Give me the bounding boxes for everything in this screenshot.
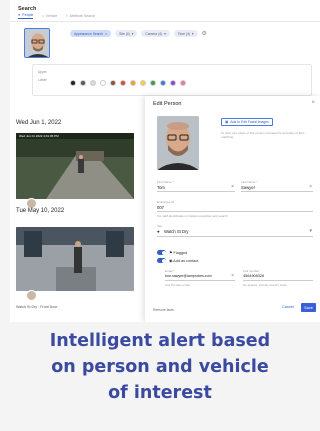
event-snapshot[interactable]: Wed Jun 01 2022 4:01:05 PM — [16, 133, 134, 199]
color-swatch[interactable] — [140, 80, 146, 86]
color-swatch[interactable] — [150, 80, 156, 86]
tab-attribute-search[interactable]: ▪ Attribute Search — [66, 13, 95, 19]
chip-time[interactable]: Time (4) ▾ — [173, 30, 198, 37]
person-photo[interactable] — [157, 116, 199, 170]
color-swatch[interactable] — [90, 80, 96, 86]
chevron-down-icon: ▾ — [164, 31, 166, 36]
flagged-label: ⚑ Flagged — [169, 251, 188, 255]
employee-id-field[interactable]: Employee ID 007 — [157, 200, 313, 212]
search-face-thumbnail[interactable] — [24, 28, 50, 58]
event-caption: Watch St Dry · Front Door — [16, 305, 58, 309]
chevron-down-icon: ▾ — [131, 31, 134, 36]
chip-site[interactable]: Site (4) ▾ — [115, 30, 138, 37]
email-help: Use Primary email — [165, 283, 190, 287]
avatar — [26, 290, 37, 301]
caption-line: on person and vehicle — [51, 357, 269, 377]
timestamp-overlay: Wed Jun 01 2022 4:01:05 PM — [19, 134, 59, 138]
attribute-filters: Upper Lower — [38, 68, 47, 84]
color-swatch[interactable] — [100, 80, 106, 86]
add-images-help: To help your photo of this person increa… — [221, 131, 305, 139]
event-date: Wed Jun 1, 2022 — [16, 120, 62, 126]
color-swatch[interactable] — [80, 80, 86, 86]
clear-icon[interactable]: × — [309, 184, 312, 190]
first-name-field[interactable]: First Name * Tom × — [157, 180, 235, 192]
last-name-field[interactable]: Last Name * Sawyer × — [241, 180, 313, 192]
color-swatch[interactable] — [170, 80, 176, 86]
caption-line: Intelligent alert based — [49, 331, 271, 351]
event-date: Tue May 10, 2022 — [16, 208, 65, 214]
dialog-title: Edit Person — [153, 101, 182, 107]
color-swatches — [70, 80, 186, 86]
phone-field[interactable]: Cell number 4564908326 — [243, 269, 313, 281]
site-select[interactable]: Site Watch St Dry ● ▾ — [157, 224, 313, 237]
color-swatch[interactable] — [130, 80, 136, 86]
remove-link[interactable]: Remove facts — [153, 308, 174, 312]
email-field[interactable]: Email * tom.sawyer@lamprobes.com × — [165, 269, 235, 281]
chip-camera[interactable]: Camera (4) ▾ — [141, 30, 170, 37]
close-icon[interactable]: × — [105, 32, 107, 36]
color-swatch[interactable] — [160, 80, 166, 86]
promo-caption: Intelligent alert based on person and ve… — [0, 328, 320, 406]
color-swatch[interactable] — [110, 80, 116, 86]
person-icon: ● — [18, 13, 21, 17]
tab-people[interactable]: ● People — [18, 13, 34, 19]
chevron-down-icon: ▾ — [191, 31, 194, 36]
edit-person-dialog: Edit Person × ▣ Add to Edit Facial Image… — [145, 96, 320, 322]
filter-chips: Appearance Search × Site (4) ▾ Camera (4) ▾… — [70, 30, 207, 37]
chip-appearance[interactable]: Appearance Search × — [70, 30, 112, 37]
image-icon: ▣ — [225, 120, 229, 124]
contact-toggle[interactable] — [157, 258, 166, 263]
color-swatch[interactable] — [70, 80, 76, 86]
caption-line: of interest — [108, 383, 212, 403]
clear-icon[interactable]: × — [231, 273, 234, 279]
gear-icon[interactable]: ⚙ — [202, 30, 207, 37]
search-tabs: ● People ▪ Vehicle ▪ Attribute Search — [18, 13, 95, 19]
clear-icon[interactable]: × — [231, 184, 234, 190]
event-snapshot[interactable] — [16, 227, 134, 291]
color-swatch[interactable] — [120, 80, 126, 86]
save-button[interactable]: Save — [301, 303, 316, 312]
car-icon: ▪ — [42, 14, 44, 18]
add-facial-images-button[interactable]: ▣ Add to Edit Facial Images — [221, 118, 273, 126]
color-swatch[interactable] — [180, 80, 186, 86]
close-icon[interactable]: × — [311, 100, 315, 106]
phone-help: No spaces, include country code — [243, 283, 287, 287]
contact-label: ◉ Add as contact — [169, 259, 199, 263]
location-pin-icon: ● — [157, 229, 160, 234]
app-window: Search ● People ▪ Vehicle ▪ Attribute Searc… — [10, 0, 320, 322]
cancel-button[interactable]: Cancel — [282, 305, 294, 309]
tab-vehicle[interactable]: ▪ Vehicle — [42, 13, 57, 19]
employee-id-help: For staff identification in facial recog… — [157, 214, 228, 218]
filter-icon: ▪ — [66, 14, 68, 18]
flagged-toggle[interactable] — [157, 250, 166, 255]
divider — [10, 21, 320, 22]
filter-labels: Upper Lower — [38, 70, 47, 82]
page-title: Search — [18, 6, 37, 12]
chevron-down-icon: ▾ — [309, 228, 312, 234]
